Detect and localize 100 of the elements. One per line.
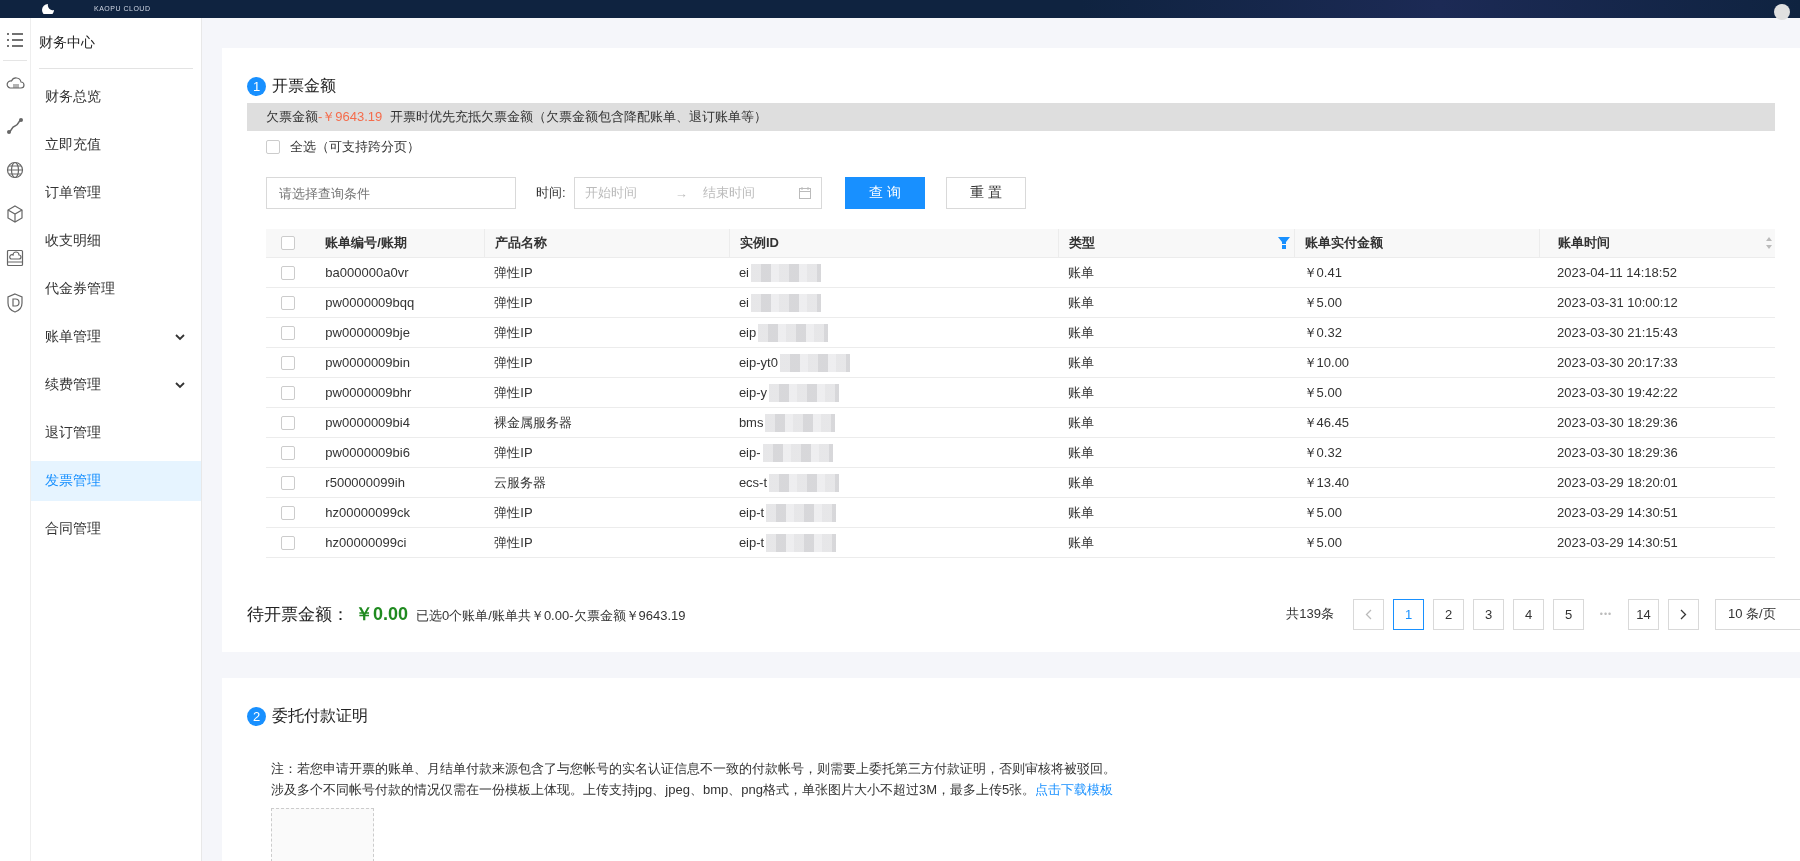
table-cell: 账单: [1067, 293, 1094, 312]
next-page-button[interactable]: [1668, 598, 1699, 630]
calendar-icon: [798, 187, 811, 199]
page-size-select[interactable]: 10 条/页: [1715, 598, 1800, 630]
note-text: 涉及多个不同帐号付款的情况仅需在一份模板上体现。上传支持jpg、jpeg、bmp、png格式，单张图片大小不超过3M，最多上传5张。: [271, 782, 1036, 797]
table-cell: 弹性IP: [494, 323, 533, 342]
page-button[interactable]: 2: [1433, 598, 1464, 630]
reset-button[interactable]: 重 置: [945, 177, 1026, 209]
sidebar-item[interactable]: 合同管理: [31, 509, 201, 549]
table-cell: 账单: [1067, 263, 1094, 282]
sidebar-item[interactable]: 订单管理: [31, 173, 201, 213]
chevron-icon: [175, 333, 185, 341]
sidebar-title: 财务中心: [39, 30, 193, 69]
table-cell: ba000000a0vr: [325, 265, 409, 280]
table-cell: hz00000099ck: [325, 505, 410, 520]
table-cell: 弹性IP: [494, 443, 533, 462]
search-field[interactable]: 请选择查询条件: [266, 177, 516, 209]
table-cell: 账单: [1067, 323, 1094, 342]
table-cell: 2023-04-11 14:18:52: [1557, 265, 1677, 280]
checkbox[interactable]: [266, 140, 280, 154]
checkbox[interactable]: [281, 295, 295, 310]
sidebar-item[interactable]: 代金券管理: [31, 269, 201, 309]
column-header: 实例ID: [739, 234, 779, 252]
step-number: 2: [247, 706, 266, 726]
column-header: 账单编号/账期: [325, 234, 407, 252]
checkbox[interactable]: [281, 355, 295, 370]
column-header: 产品名称: [495, 234, 548, 252]
page-button[interactable]: 14: [1628, 598, 1659, 630]
table-cell: eip-: [738, 445, 761, 460]
network-icon[interactable]: [6, 205, 24, 223]
table-cell: 账单: [1067, 443, 1094, 462]
table-cell: ￥5.00: [1303, 383, 1342, 402]
checkbox[interactable]: [281, 415, 295, 430]
table-cell: 弹性IP: [494, 503, 533, 522]
storage-icon[interactable]: [6, 249, 24, 267]
table-cell: eip: [738, 325, 757, 340]
table-cell: 弹性IP: [494, 263, 533, 282]
globe-icon[interactable]: [6, 161, 24, 179]
table-cell: ei: [738, 295, 749, 310]
table-cell: ecs-t: [738, 475, 768, 490]
table-cell: 2023-03-29 18:20:01: [1557, 475, 1678, 490]
avatar[interactable]: [1774, 4, 1790, 20]
sidebar-item[interactable]: 财务总览: [31, 77, 201, 117]
chevron-icon: [175, 381, 185, 389]
checkbox[interactable]: [281, 265, 295, 280]
blurred-region: [751, 263, 821, 282]
table-cell: ￥13.40: [1303, 473, 1350, 492]
table-cell: 2023-03-30 21:15:43: [1557, 325, 1678, 340]
table-cell: hz00000099ci: [325, 535, 407, 550]
column-header: 账单实付金额: [1304, 234, 1383, 252]
table-cell: eip-yt0: [738, 355, 778, 370]
select-all-label: 全选（可支持跨分页）: [290, 138, 420, 156]
table-cell: 账单: [1067, 353, 1094, 372]
sort-icon[interactable]: [1765, 236, 1773, 250]
chevron-left-icon: [1365, 608, 1372, 620]
page-button[interactable]: 4: [1513, 598, 1544, 630]
table-cell: 弹性IP: [494, 383, 533, 402]
checkbox[interactable]: [281, 445, 295, 460]
sidebar-item[interactable]: 账单管理: [31, 317, 201, 357]
checkbox[interactable]: [281, 236, 295, 250]
table-cell: 账单: [1067, 533, 1094, 552]
table-cell: 2023-03-30 19:42:22: [1557, 385, 1678, 400]
table-cell: r500000099ih: [325, 475, 405, 490]
filter-icon[interactable]: [1277, 237, 1290, 249]
table-cell: 2023-03-30 18:29:36: [1557, 445, 1678, 460]
link-icon[interactable]: [6, 117, 24, 135]
menu-icon[interactable]: [6, 32, 24, 48]
checkbox[interactable]: [281, 505, 295, 520]
pending-amount-label: 待开票金额：: [247, 604, 349, 626]
table-cell: ￥5.00: [1303, 293, 1342, 312]
table-cell: 账单: [1067, 503, 1094, 522]
checkbox[interactable]: [281, 475, 295, 490]
previous-page-button[interactable]: [1353, 598, 1384, 630]
section-title: 开票金额: [272, 75, 336, 96]
pending-amount: ￥0.00: [355, 603, 409, 626]
sidebar-item[interactable]: 收支明细: [31, 221, 201, 261]
checkbox[interactable]: [281, 535, 295, 550]
table-cell: eip-y: [738, 385, 768, 400]
sidebar-item[interactable]: 退订管理: [31, 413, 201, 453]
time-label: 时间:: [536, 184, 566, 202]
sidebar-item[interactable]: 立即充值: [31, 125, 201, 165]
notice-text: 开票时优先充抵欠票金额（欠票金额包含降配账单、退订账单等）: [390, 108, 768, 126]
chevron-right-icon: [1680, 608, 1687, 620]
checkbox[interactable]: [281, 325, 295, 340]
page-button[interactable]: 5: [1553, 598, 1584, 630]
column-header: 账单时间: [1558, 234, 1611, 252]
table-cell: 云服务器: [494, 473, 547, 492]
cloud-icon[interactable]: [5, 75, 25, 91]
checkbox[interactable]: [281, 385, 295, 400]
table-cell: 账单: [1067, 473, 1094, 492]
shield-icon[interactable]: [6, 293, 24, 313]
table-cell: 2023-03-30 20:17:33: [1557, 355, 1678, 370]
blurred-region: [779, 353, 850, 372]
blurred-region: [766, 533, 837, 552]
table-cell: ￥0.32: [1303, 443, 1342, 462]
table-cell: pw0000009bin: [325, 355, 410, 370]
table-cell: eip-t: [738, 535, 765, 550]
table-cell: ￥10.00: [1303, 353, 1350, 372]
page-button[interactable]: 3: [1473, 598, 1504, 630]
sidebar-item[interactable]: 续费管理: [31, 365, 201, 405]
